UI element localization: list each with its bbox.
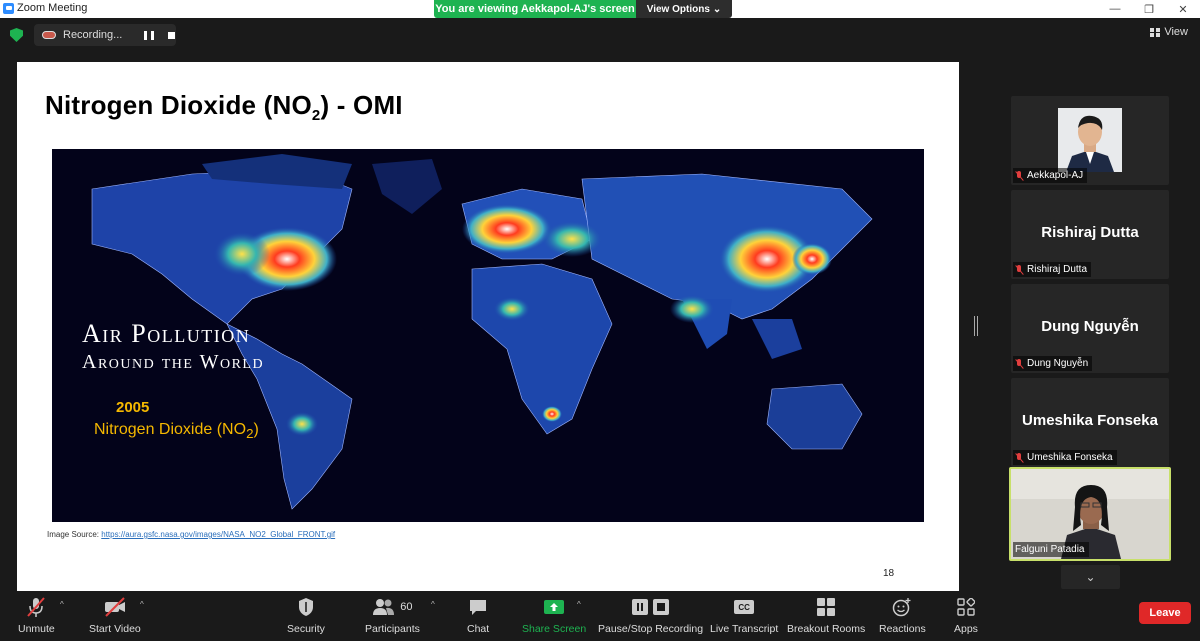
security-shield-icon[interactable]: [10, 28, 23, 42]
window-controls: — ❐ ✕: [1098, 0, 1200, 18]
pause-stop-icon: [631, 596, 671, 618]
minimize-icon[interactable]: —: [1098, 0, 1132, 18]
apps-icon: [957, 596, 975, 618]
breakout-rooms-button[interactable]: Breakout Rooms: [787, 596, 865, 635]
participant-display-name: Umeshika Fonseka: [1022, 412, 1158, 429]
participants-options-caret-icon[interactable]: ^: [431, 600, 435, 609]
muted-mic-icon: [1015, 452, 1024, 463]
cloud-recording-icon: [42, 31, 56, 39]
share-options-caret-icon[interactable]: ^: [577, 600, 581, 609]
map-year: 2005: [116, 399, 150, 416]
stop-recording-icon[interactable]: [168, 31, 176, 39]
view-options-button[interactable]: View Options ⌄: [636, 0, 732, 18]
participant-name-tag: Dung Nguyễn: [1013, 356, 1093, 371]
close-icon[interactable]: ✕: [1166, 0, 1200, 18]
breakout-rooms-icon: [817, 596, 836, 618]
map-no2-label: Nitrogen Dioxide (NO2): [94, 421, 259, 442]
closed-caption-icon: CC: [734, 596, 755, 618]
shield-icon: [297, 596, 315, 618]
app-title-group: Zoom Meeting: [3, 2, 87, 14]
slide-page-number: 18: [883, 568, 895, 579]
participant-name-tag: Rishiraj Dutta: [1013, 262, 1092, 277]
pause-recording-icon[interactable]: [144, 30, 155, 40]
live-transcript-button[interactable]: CC Live Transcript: [710, 596, 778, 635]
view-layout-button[interactable]: View: [1150, 26, 1188, 38]
chevron-down-icon: ⌄: [712, 3, 722, 15]
active-speaker-tile[interactable]: Falguni Patadia: [1009, 467, 1171, 561]
video-options-caret-icon[interactable]: ^: [140, 600, 144, 609]
apps-button[interactable]: Apps: [954, 596, 978, 635]
panel-resize-handle[interactable]: [974, 316, 978, 336]
chat-icon: [468, 596, 488, 618]
participants-scroll-down-button[interactable]: ⌄: [1061, 565, 1120, 589]
unmute-button[interactable]: Unmute: [18, 596, 55, 635]
leave-button[interactable]: Leave: [1139, 602, 1191, 624]
slide-title: Nitrogen Dioxide (NO2) - OMI: [45, 90, 403, 125]
image-source: Image Source: https://aura.gsfc.nasa.gov…: [47, 530, 336, 539]
muted-mic-icon: [1015, 358, 1024, 369]
zoom-logo-icon: [3, 2, 14, 14]
meeting-toolbar: Unmute ^ Start Video ^ Security 60 Parti…: [0, 592, 1200, 641]
participants-icon: 60: [372, 596, 413, 618]
muted-mic-icon: [1015, 264, 1024, 275]
viewing-banner: You are viewing Aekkapol-AJ's screen: [434, 0, 636, 18]
avatar: [1058, 108, 1122, 172]
image-source-link[interactable]: https://aura.gsfc.nasa.gov/images/NASA_N…: [101, 530, 335, 539]
participant-display-name: Rishiraj Dutta: [1041, 224, 1139, 241]
video-off-icon: [103, 596, 127, 618]
start-video-button[interactable]: Start Video: [89, 596, 141, 635]
chevron-down-icon: ⌄: [1085, 570, 1096, 584]
recording-indicator: Recording...: [34, 24, 176, 46]
share-screen-icon: [544, 596, 565, 618]
no2-world-map-image: Air Pollution Around the World 2005 Nitr…: [52, 149, 924, 522]
participant-name-tag: Umeshika Fonseka: [1013, 450, 1117, 465]
security-button[interactable]: Security: [287, 596, 325, 635]
chat-button[interactable]: Chat: [467, 596, 489, 635]
recording-label: Recording...: [63, 29, 123, 41]
view-options-label: View Options: [646, 3, 710, 15]
reactions-button[interactable]: Reactions: [879, 596, 926, 635]
participant-tile[interactable]: Dung Nguyễn Dung Nguyễn: [1011, 284, 1169, 373]
smiley-icon: [892, 596, 912, 618]
participants-button[interactable]: 60 Participants: [365, 596, 420, 635]
participant-name-tag: Falguni Patadia: [1013, 542, 1089, 557]
participant-tile[interactable]: Aekkapol-AJ: [1011, 96, 1169, 185]
participant-display-name: Dung Nguyễn: [1041, 318, 1139, 335]
participant-tile[interactable]: Umeshika Fonseka Umeshika Fonseka: [1011, 378, 1169, 467]
participant-name-tag: Aekkapol-AJ: [1013, 168, 1088, 183]
muted-mic-icon: [1015, 170, 1024, 181]
window-title: Zoom Meeting: [17, 2, 88, 14]
pause-stop-recording-button[interactable]: Pause/Stop Recording: [598, 596, 703, 635]
audio-options-caret-icon[interactable]: ^: [60, 600, 64, 609]
muted-mic-icon: [25, 596, 47, 618]
grid-icon: [1150, 27, 1161, 37]
maximize-icon[interactable]: ❐: [1132, 0, 1166, 18]
shared-screen-slide: Nitrogen Dioxide (NO2) - OMI Air Polluti…: [17, 62, 959, 591]
participant-tile[interactable]: Rishiraj Dutta Rishiraj Dutta: [1011, 190, 1169, 279]
view-layout-label: View: [1164, 26, 1188, 38]
participants-count: 60: [400, 601, 413, 613]
map-caption: Air Pollution Around the World: [82, 319, 265, 374]
